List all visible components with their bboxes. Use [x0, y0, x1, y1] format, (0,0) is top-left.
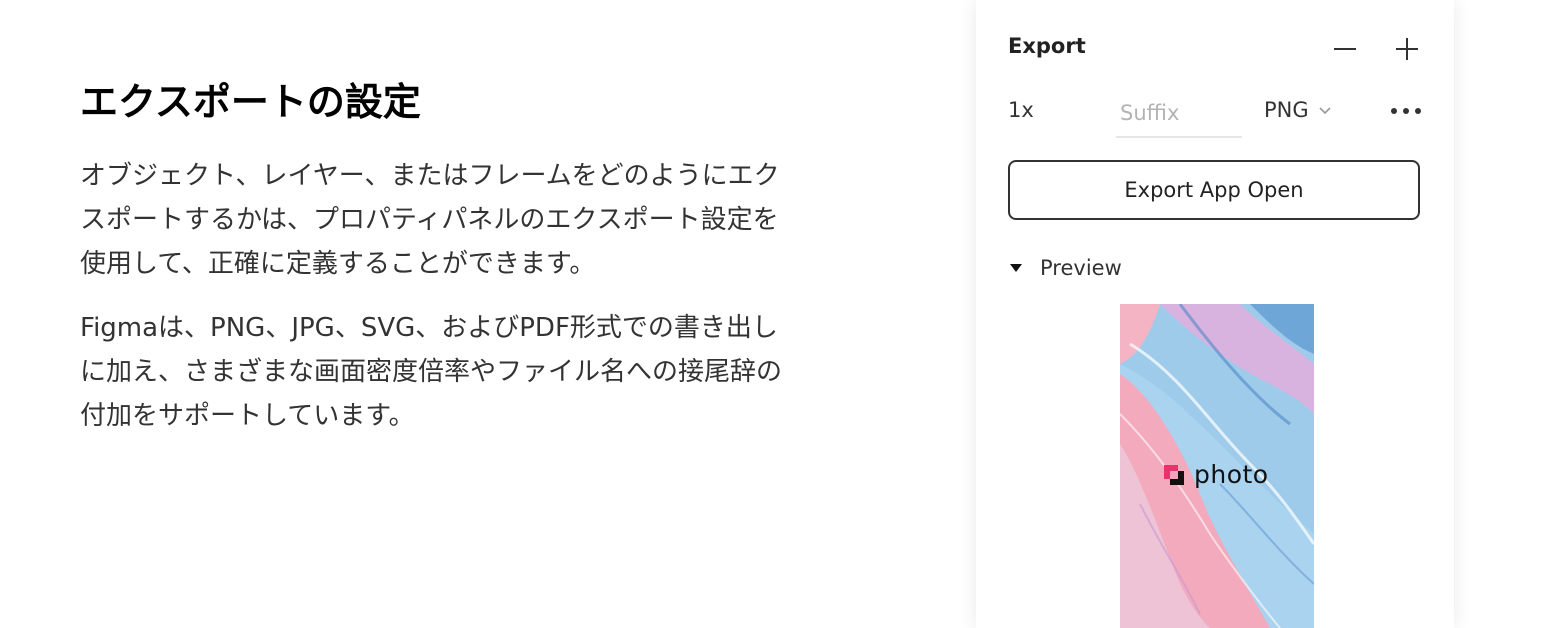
format-value: PNG [1264, 98, 1309, 122]
page-title: エクスポートの設定 [80, 80, 421, 124]
export-settings-row: 1x PNG [1008, 90, 1424, 140]
more-options-button[interactable] [1388, 96, 1424, 126]
remove-export-button[interactable] [1328, 32, 1362, 66]
page: エクスポートの設定 オブジェクト、レイヤー、またはフレームをどのようにエクスポー… [0, 0, 1564, 628]
export-panel-header: Export [1008, 32, 1424, 66]
logo-mark-icon [1164, 464, 1184, 485]
article: エクスポートの設定 オブジェクト、レイヤー、またはフレームをどのようにエクスポー… [80, 78, 800, 458]
export-panel: Export 1x PNG [976, 0, 1454, 628]
preview-logo-text: photo [1194, 460, 1269, 489]
export-button[interactable]: Export App Open [1008, 160, 1420, 220]
article-paragraph-1: オブジェクト、レイヤー、またはフレームをどのようにエクスポートするかは、プロパテ… [80, 161, 780, 279]
plus-icon [1396, 38, 1418, 60]
export-panel-title: Export [1008, 34, 1086, 58]
preview-label: Preview [1040, 256, 1122, 280]
format-select[interactable]: PNG [1264, 98, 1333, 122]
more-dots-icon [1391, 108, 1421, 114]
suffix-input[interactable] [1116, 90, 1242, 138]
article-paragraph-2: Figmaは、PNG、JPG、SVG、およびPDF形式での書き出しに加え、さまざ… [80, 313, 783, 431]
add-export-button[interactable] [1390, 32, 1424, 66]
preview-toggle[interactable]: Preview [1008, 256, 1122, 280]
preview-image: photo [1120, 304, 1314, 628]
chevron-down-icon [1317, 102, 1333, 118]
triangle-down-icon [1008, 260, 1024, 276]
scale-select[interactable]: 1x [1008, 98, 1034, 122]
preview-logo: photo [1164, 460, 1269, 489]
minus-icon [1334, 48, 1356, 50]
